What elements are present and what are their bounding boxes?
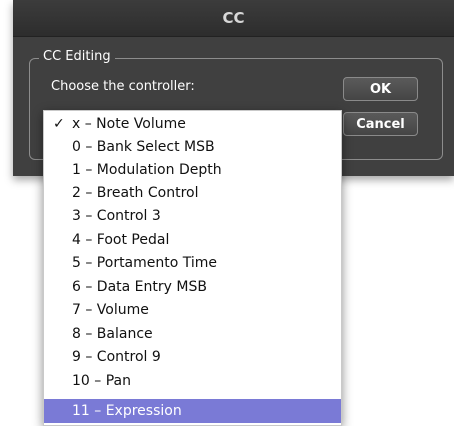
list-item-label: 2 – Breath Control: [72, 185, 199, 201]
list-item-portamento-time[interactable]: 5 – Portamento Time: [44, 251, 341, 275]
ok-button[interactable]: OK: [343, 77, 418, 101]
list-item-data-entry-msb[interactable]: 6 – Data Entry MSB: [44, 275, 341, 299]
list-item-modulation-depth[interactable]: 1 – Modulation Depth: [44, 158, 341, 182]
list-item-label: 6 – Data Entry MSB: [72, 279, 207, 295]
list-item-label: 0 – Bank Select MSB: [72, 139, 215, 155]
list-item-label: 11 – Expression: [72, 403, 182, 419]
list-item-note-volume[interactable]: ✓ x – Note Volume: [44, 112, 341, 136]
controller-dropdown-list: ✓ x – Note Volume 0 – Bank Select MSB 1 …: [43, 110, 342, 426]
list-item-expression[interactable]: 11 – Expression: [44, 399, 341, 423]
list-item-balance[interactable]: 8 – Balance: [44, 322, 341, 346]
checkmark-icon: ✓: [53, 116, 65, 132]
title-bar[interactable]: CC: [13, 0, 454, 37]
list-item-label: 3 – Control 3: [72, 208, 161, 224]
list-item-label: x – Note Volume: [72, 116, 186, 132]
list-item-label: 4 – Foot Pedal: [72, 232, 170, 248]
list-item-label: 10 – Pan: [72, 373, 131, 389]
list-item-volume[interactable]: 7 – Volume: [44, 298, 341, 322]
list-item-control-9[interactable]: 9 – Control 9: [44, 345, 341, 369]
list-item-label: 5 – Portamento Time: [72, 255, 218, 271]
list-item-pan[interactable]: 10 – Pan: [44, 369, 341, 393]
list-item-label: 1 – Modulation Depth: [72, 162, 222, 178]
screen: CC CC Editing Choose the controller: OK …: [0, 0, 454, 426]
list-item-label: 8 – Balance: [72, 326, 153, 342]
group-title: CC Editing: [39, 48, 115, 66]
list-item-control-3[interactable]: 3 – Control 3: [44, 204, 341, 228]
window-title: CC: [222, 9, 245, 27]
controller-prompt-label: Choose the controller:: [51, 79, 195, 94]
list-item-breath-control[interactable]: 2 – Breath Control: [44, 181, 341, 205]
cancel-button[interactable]: Cancel: [343, 112, 418, 136]
list-item-foot-pedal[interactable]: 4 – Foot Pedal: [44, 228, 341, 252]
list-item-bank-select-msb[interactable]: 0 – Bank Select MSB: [44, 135, 341, 159]
list-item-label: 9 – Control 9: [72, 349, 161, 365]
list-item-label: 7 – Volume: [72, 302, 149, 318]
